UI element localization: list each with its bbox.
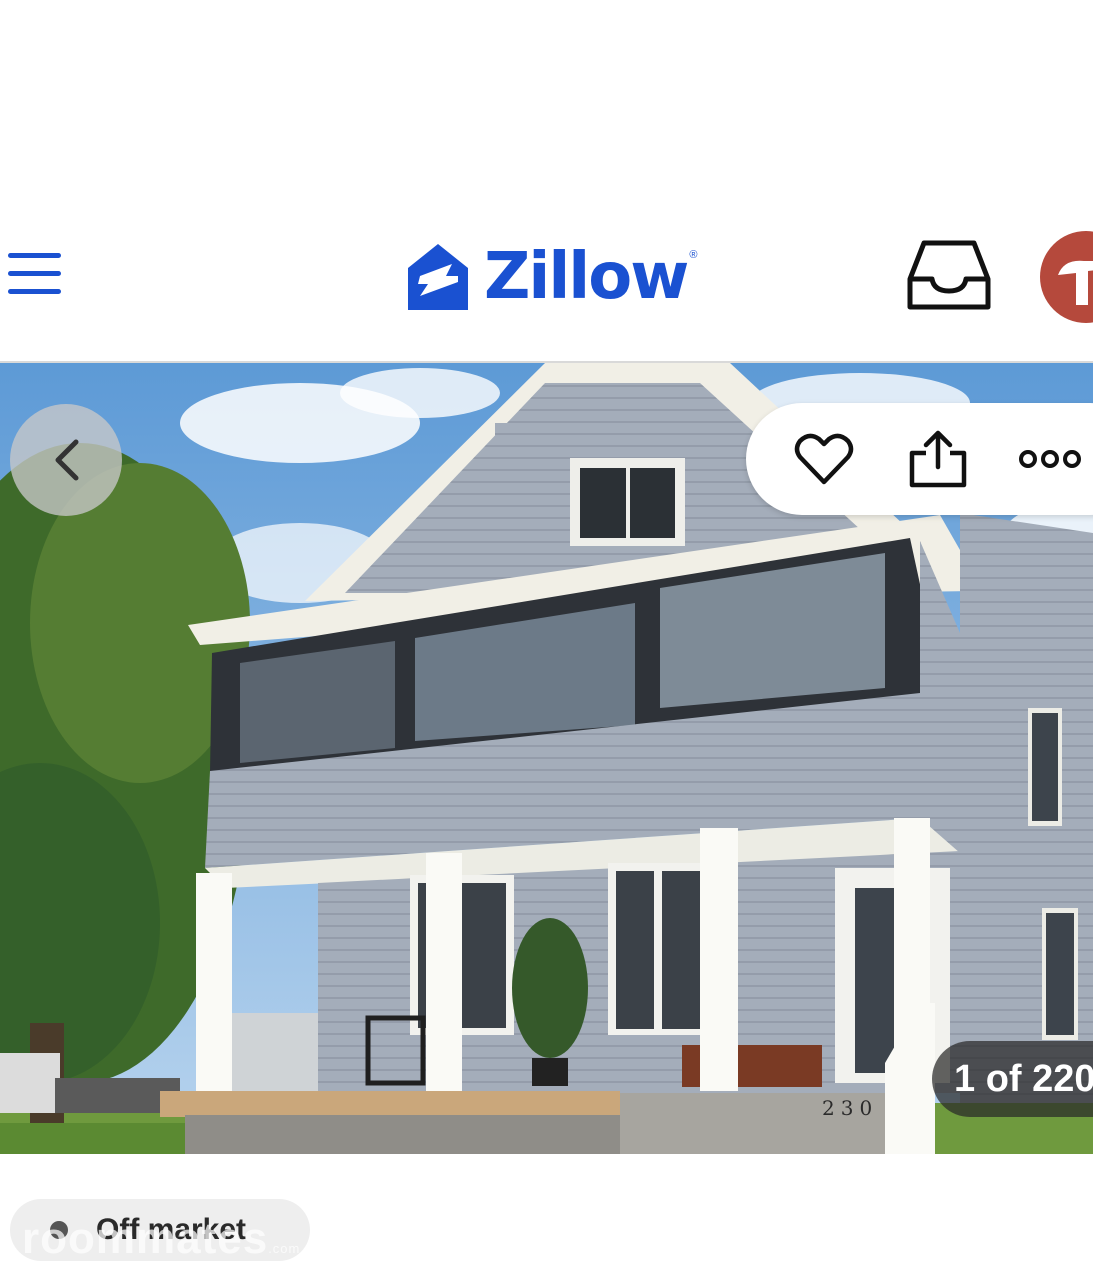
menu-bar <box>8 289 61 294</box>
photo-actions <box>746 403 1093 515</box>
more-dots-icon <box>1019 450 1081 468</box>
watermark: roommates.com <box>22 1214 300 1264</box>
heart-icon <box>794 433 854 485</box>
photo-counter: 1 of 220 <box>932 1041 1093 1117</box>
avatar-icon <box>1058 260 1093 305</box>
profile-avatar[interactable] <box>1040 231 1093 323</box>
chevron-left-icon <box>55 439 79 481</box>
watermark-suffix: .com <box>268 1241 301 1256</box>
menu-bar <box>8 271 61 276</box>
house-number-label: 230 <box>822 1096 878 1120</box>
share-button[interactable] <box>906 427 970 491</box>
menu-bar <box>8 253 61 258</box>
more-button[interactable] <box>1018 427 1082 491</box>
watermark-text: roommates <box>22 1214 269 1263</box>
share-icon <box>909 430 967 488</box>
zillow-logo[interactable]: Zillow ® <box>406 237 697 317</box>
inbox-button[interactable] <box>906 237 996 317</box>
app-header: Zillow ® <box>0 215 1093 363</box>
save-button[interactable] <box>792 427 856 491</box>
zillow-house-icon <box>408 244 468 310</box>
menu-button[interactable] <box>8 253 62 295</box>
inbox-tray-icon <box>907 240 991 310</box>
brand-name: Zillow <box>484 240 689 314</box>
registered-mark: ® <box>689 249 698 261</box>
back-button[interactable] <box>10 404 122 516</box>
listing-photo[interactable]: 230 1 of 220 <box>0 363 1093 1154</box>
